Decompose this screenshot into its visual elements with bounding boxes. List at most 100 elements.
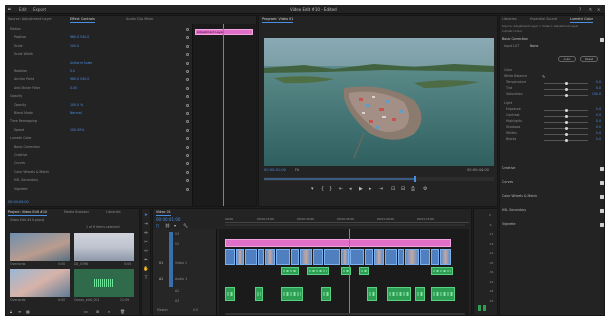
basic-correction-header[interactable]: Basic Correction	[502, 37, 528, 42]
track-v2-label[interactable]: V2	[175, 242, 179, 247]
menu-export[interactable]: Export	[33, 7, 46, 12]
audio-clip-a1[interactable]	[359, 267, 369, 275]
video-clip[interactable]	[385, 249, 397, 265]
effect-row-label[interactable]: Blend Mode	[14, 111, 33, 116]
lumetri-color-value[interactable]: 0.0	[596, 80, 601, 84]
video-clip[interactable]	[313, 249, 323, 265]
effect-row-label[interactable]: Curves	[14, 161, 25, 166]
effect-row-value[interactable]: 100.0 %	[70, 103, 83, 108]
tab-program[interactable]: Program: Video 01	[262, 16, 294, 23]
work-area-bar[interactable]	[225, 224, 465, 226]
lumetri-color-slider-knob[interactable]	[564, 81, 568, 85]
search-icon[interactable]: ⌕	[108, 309, 110, 314]
lumetri-section-header[interactable]: Creative	[502, 166, 515, 171]
effect-row-value[interactable]: 0.0	[70, 69, 75, 74]
lumetri-light-slider[interactable]	[544, 120, 588, 124]
keyframe-reset-icon[interactable]	[186, 170, 189, 174]
adjustment-layer-track-clip[interactable]	[225, 239, 451, 247]
tab-essential-sound[interactable]: Essential Sound	[530, 16, 557, 23]
slip-tool-icon[interactable]: ↔	[143, 249, 149, 255]
video-clip[interactable]	[324, 249, 340, 265]
type-tool-icon[interactable]: T	[143, 276, 149, 282]
home-icon[interactable]: ⌂	[8, 6, 11, 11]
audio-clip-a1[interactable]	[431, 267, 453, 275]
lumetri-light-slider[interactable]	[544, 126, 588, 130]
video-clip[interactable]	[365, 249, 373, 265]
lumetri-section-checkbox[interactable]	[600, 208, 604, 213]
effect-row-value[interactable]: 960.0 540.0	[70, 35, 89, 40]
lumetri-section-header[interactable]: Color Wheels & Match	[502, 194, 537, 199]
lumetri-light-slider-knob[interactable]	[564, 126, 568, 130]
ripple-edit-tool-icon[interactable]: ⇹	[143, 231, 149, 237]
track-select-tool-icon[interactable]: ⇥	[143, 222, 149, 228]
menu-edit[interactable]: Edit	[19, 7, 27, 12]
keyframe-reset-icon[interactable]	[186, 187, 189, 191]
track-v3-label[interactable]: V3	[175, 232, 179, 237]
razor-tool-icon[interactable]: ✂	[143, 240, 149, 246]
lumetri-light-slider-knob[interactable]	[564, 138, 568, 142]
keyframe-reset-icon[interactable]	[186, 154, 189, 157]
effect-row-label[interactable]: Motion	[10, 27, 21, 32]
audio-clip-a2[interactable]	[255, 287, 263, 301]
project-thumb-2[interactable]	[74, 233, 134, 261]
master-track-value[interactable]: 0.0	[193, 308, 198, 313]
effect-row-value[interactable]: 960.0 540.0	[70, 77, 89, 82]
keyframe-reset-icon[interactable]	[186, 53, 189, 57]
keyframe-reset-icon[interactable]	[186, 86, 189, 90]
video-clip[interactable]	[405, 249, 419, 265]
track-a2-label[interactable]: A2	[175, 289, 179, 294]
video-clip[interactable]	[225, 249, 235, 265]
effect-row-value[interactable]: Normal	[70, 111, 82, 116]
add-marker-icon[interactable]: ▾	[174, 223, 176, 228]
video-clip[interactable]	[398, 249, 404, 265]
lumetri-light-slider-knob[interactable]	[564, 108, 568, 112]
mark-in-icon[interactable]: {	[321, 186, 324, 192]
effect-row-label[interactable]: Basic Correction	[14, 145, 40, 150]
settings-wrench-icon[interactable]: ⚙	[423, 186, 427, 192]
mark-out-icon[interactable]: }	[329, 186, 332, 192]
lumetri-light-slider[interactable]	[544, 114, 588, 118]
keyframe-reset-icon[interactable]	[186, 78, 189, 82]
keyframe-reset-icon[interactable]	[186, 120, 189, 124]
list-view-icon[interactable]: ≡	[18, 309, 21, 314]
video-clip[interactable]	[440, 249, 451, 265]
tab-sequence[interactable]: Video 01	[156, 209, 171, 216]
effect-row-label[interactable]: Position	[14, 35, 26, 40]
lumetri-color-slider-knob[interactable]	[564, 93, 568, 97]
lumetri-section-checkbox[interactable]	[600, 194, 604, 199]
audio-clip-a1[interactable]	[307, 267, 329, 275]
video-clip[interactable]	[350, 249, 364, 265]
program-playhead[interactable]	[414, 176, 416, 182]
lumetri-color-slider[interactable]	[544, 93, 588, 97]
lock-icon[interactable]: 🔒︎	[10, 309, 12, 314]
go-to-out-icon[interactable]: ⇥	[379, 186, 383, 192]
marker-icon[interactable]: ▾	[311, 186, 314, 192]
project-thumb-3[interactable]	[10, 269, 70, 297]
keyframe-reset-icon[interactable]	[186, 44, 189, 48]
export-frame-icon[interactable]: ⎙	[411, 186, 415, 192]
lumetri-light-value[interactable]: 0.0	[596, 131, 601, 135]
timeline-timecode[interactable]: 00:00:01:00	[156, 217, 180, 222]
timeline-scrollbar[interactable]	[225, 313, 465, 315]
adjustment-layer-clip[interactable]: Adjustment Layer	[195, 29, 253, 35]
lumetri-light-slider[interactable]	[544, 138, 588, 142]
new-item-icon[interactable]: ⊞	[96, 309, 99, 314]
input-lut-select[interactable]: None	[530, 44, 538, 49]
effect-row-label[interactable]: Scale	[14, 44, 23, 49]
help-icon[interactable]: ?	[579, 7, 581, 12]
hand-tool-icon[interactable]: ✋	[143, 267, 149, 273]
effect-row-value[interactable]: 100.0	[70, 44, 79, 49]
tab-audio-clip-mixer[interactable]: Audio Clip Mixer	[126, 16, 153, 23]
tab-media-browser[interactable]: Media Browser	[64, 209, 89, 216]
reset-button[interactable]: Reset	[580, 56, 598, 62]
effect-row-value[interactable]: Uniform Scale	[70, 61, 92, 66]
tab-project[interactable]: Project: Video Edit #10	[8, 209, 48, 216]
auto-button[interactable]: Auto	[558, 56, 576, 62]
tab-lumetri-color[interactable]: Lumetri Color	[570, 16, 593, 23]
effect-row-label[interactable]: Time Remapping	[10, 119, 37, 124]
lumetri-light-slider-knob[interactable]	[564, 120, 568, 124]
lumetri-light-value[interactable]: 0.0	[596, 137, 601, 141]
play-icon[interactable]: ▶	[359, 186, 363, 192]
video-clip[interactable]	[265, 249, 275, 265]
track-a3-label[interactable]: A3	[175, 299, 179, 304]
